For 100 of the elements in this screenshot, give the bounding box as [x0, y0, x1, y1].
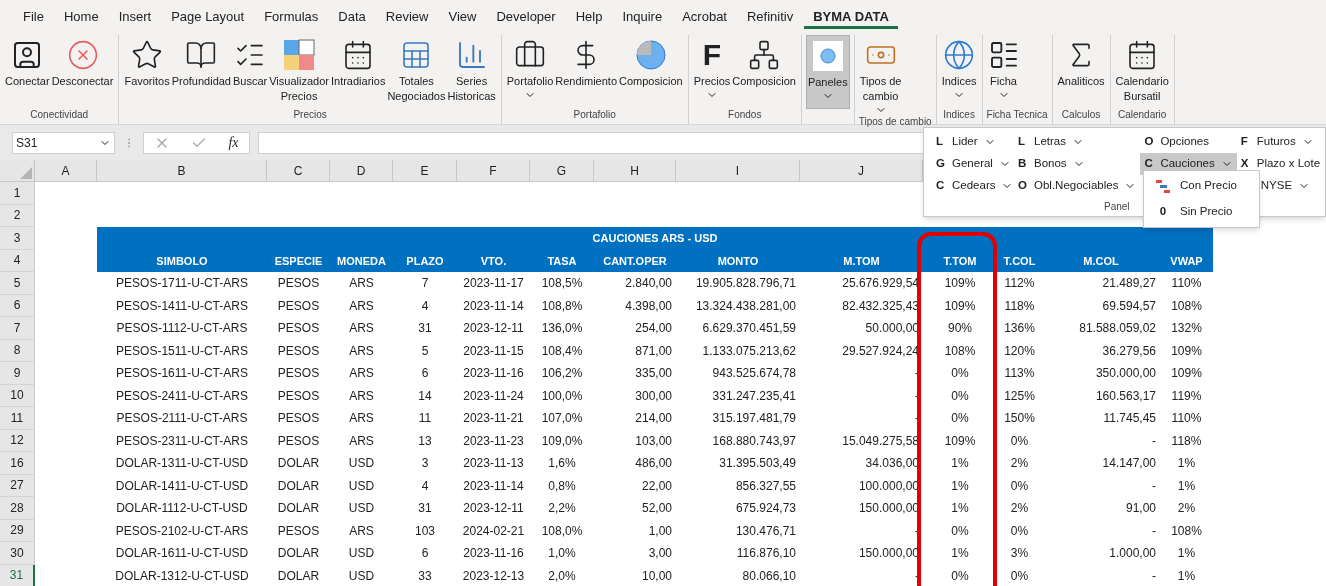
- column-header[interactable]: B: [97, 160, 267, 181]
- table-cell-text: 118%: [1170, 432, 1203, 450]
- ribbon-button[interactable]: Series Historicas: [446, 35, 497, 109]
- table-cell-text: 103: [414, 522, 436, 540]
- table-cell-text: 14: [417, 387, 433, 405]
- column-header[interactable]: E: [393, 160, 457, 181]
- column-header[interactable]: C: [267, 160, 330, 181]
- menu-item[interactable]: L Lider: [932, 131, 1000, 153]
- menu-tab[interactable]: File: [14, 6, 53, 29]
- ribbon-button[interactable]: Paneles: [805, 35, 850, 109]
- ribbon-button[interactable]: Favoritos: [123, 35, 171, 109]
- menu-item[interactable]: O Opciones: [1140, 131, 1213, 153]
- ribbon-button[interactable]: Intradiarios: [329, 35, 387, 109]
- menu-tab[interactable]: Inquire: [613, 6, 672, 29]
- table-cell-text: 113%: [1003, 365, 1036, 383]
- row-number[interactable]: 4: [0, 249, 35, 272]
- table-cell-text: 7: [420, 275, 430, 293]
- column-header[interactable]: A: [35, 160, 97, 181]
- menu-item[interactable]: 0 Sin Precio: [1144, 199, 1259, 225]
- ribbon-button[interactable]: Calendario Bursatil: [1114, 35, 1170, 109]
- ribbon-button[interactable]: Composicion: [731, 35, 797, 109]
- row-number[interactable]: 7: [0, 317, 35, 340]
- table-cell-text: 108,4%: [540, 342, 584, 360]
- row-number[interactable]: 3: [0, 227, 35, 250]
- row-number[interactable]: 27: [0, 474, 35, 497]
- ribbon-button[interactable]: Profundidad: [170, 35, 232, 109]
- ribbon-button[interactable]: Rendimiento: [554, 35, 619, 109]
- table-cell-text: 2023-12-11: [462, 500, 525, 518]
- column-header[interactable]: G: [530, 160, 594, 181]
- row-number[interactable]: 29: [0, 519, 35, 542]
- name-box[interactable]: S31: [12, 131, 115, 154]
- ribbon-button[interactable]: Conectar: [4, 35, 51, 109]
- table-cell-text: 2.840,00: [624, 275, 673, 293]
- ribbon-button[interactable]: Ficha: [986, 35, 1021, 109]
- ribbon-button[interactable]: Portafolio: [505, 35, 555, 109]
- column-header[interactable]: I: [676, 160, 800, 181]
- menu-item[interactable]: NYSE: [1256, 175, 1315, 197]
- row-number[interactable]: 28: [0, 497, 35, 520]
- menu-item[interactable]: Con Precio: [1144, 173, 1259, 199]
- row-number[interactable]: 5: [0, 272, 35, 295]
- ribbon-button[interactable]: Composicion: [618, 35, 684, 109]
- color-grid-icon: [283, 39, 316, 71]
- menu-tab[interactable]: Formulas: [255, 6, 328, 29]
- menu-tab[interactable]: Developer: [487, 6, 565, 29]
- menu-tab[interactable]: Help: [566, 6, 612, 29]
- table-cell-text: 132%: [1170, 320, 1203, 338]
- table-cell-text: 0,8%: [547, 477, 577, 495]
- menu-item[interactable]: L Letras: [1014, 131, 1088, 153]
- ribbon-button[interactable]: Totales Negociados: [386, 35, 447, 109]
- menu-item[interactable]: G General: [932, 153, 1015, 175]
- row-number[interactable]: 10: [0, 384, 35, 407]
- table-cell-text: 25.676.929,54: [841, 275, 920, 293]
- table-cell-text: 81.588.059,02: [1078, 320, 1157, 338]
- table-cell-text: -: [914, 387, 920, 405]
- menu-tab[interactable]: Refinitiv: [738, 6, 803, 29]
- row-number[interactable]: 2: [0, 204, 35, 227]
- column-header[interactable]: D: [330, 160, 393, 181]
- table-cell-text: 50.000,00: [864, 320, 920, 338]
- row-number[interactable]: 9: [0, 362, 35, 385]
- menu-tab[interactable]: Page Layout: [162, 6, 254, 29]
- ribbon-button[interactable]: Analiticos: [1056, 35, 1106, 109]
- ribbon-button[interactable]: Visualizador Precios: [268, 35, 330, 109]
- ribbon-button[interactable]: Indices: [940, 35, 978, 109]
- menu-tab[interactable]: Review: [376, 6, 438, 29]
- table-cell-text: 11: [417, 410, 433, 428]
- row-number[interactable]: 30: [0, 542, 35, 565]
- row-number[interactable]: 1: [0, 182, 35, 205]
- menu-tab[interactable]: Insert: [109, 6, 161, 29]
- ribbon-button[interactable]: Buscar: [232, 35, 269, 109]
- table-cell-text: 3: [420, 455, 430, 473]
- menu-tab[interactable]: Home: [54, 6, 108, 29]
- function-button[interactable]: fx: [228, 132, 239, 153]
- ribbon-button[interactable]: Tipos de cambio: [858, 35, 903, 116]
- row-number[interactable]: 12: [0, 429, 35, 452]
- menu-item[interactable]: F Futuros: [1236, 131, 1318, 153]
- table-cell-text: 36.279,56: [1101, 342, 1157, 360]
- menu-tab[interactable]: Acrobat: [673, 6, 736, 29]
- group-label: Conectividad: [29, 109, 90, 122]
- table-cell-text: 136%: [1003, 320, 1036, 338]
- select-all-icon[interactable]: [20, 167, 32, 179]
- table-cell-text: USD: [347, 500, 376, 518]
- row-number[interactable]: 31: [0, 564, 35, 586]
- menu-tab[interactable]: BYMA DATA: [804, 6, 898, 29]
- column-header[interactable]: H: [594, 160, 676, 181]
- table-cell-text: 4: [420, 297, 430, 315]
- menu-tab[interactable]: View: [439, 6, 486, 29]
- ribbon-button[interactable]: F Precios: [692, 35, 732, 109]
- row-number[interactable]: 11: [0, 407, 35, 430]
- menu-tab[interactable]: Data: [329, 6, 375, 29]
- table-cell-text: 109%: [943, 275, 977, 293]
- table-cell-text: PESOS-2311-U-CT-ARS: [115, 432, 249, 450]
- row-number[interactable]: 6: [0, 294, 35, 317]
- ribbon-button[interactable]: Desconectar: [50, 35, 115, 109]
- menu-item[interactable]: X Plazo x Lote: [1236, 153, 1325, 175]
- row-number[interactable]: 8: [0, 339, 35, 362]
- menu-item[interactable]: B Bonos: [1014, 153, 1089, 175]
- row-number[interactable]: 16: [0, 452, 35, 475]
- column-header[interactable]: F: [457, 160, 530, 181]
- table-cell-text: 0%: [950, 567, 970, 585]
- table-cell-text: 0%: [950, 387, 970, 405]
